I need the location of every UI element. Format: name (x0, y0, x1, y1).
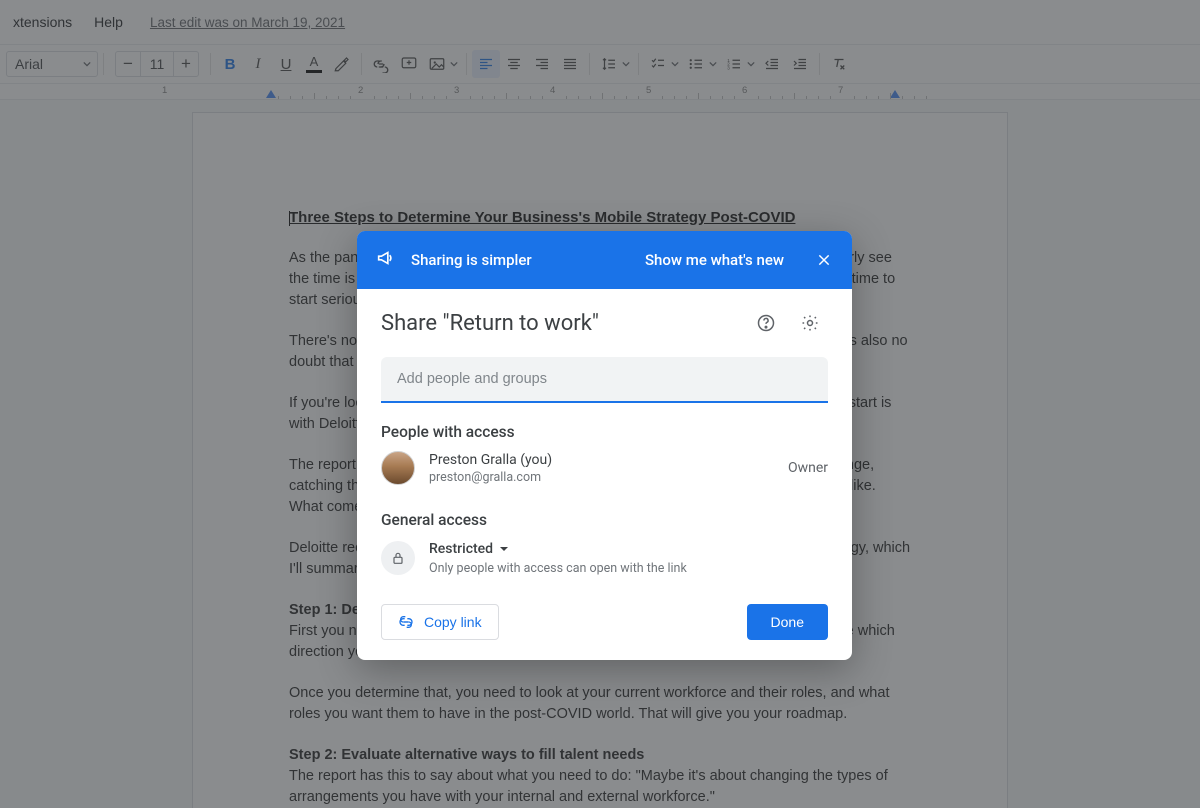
access-level-description: Only people with access can open with th… (429, 561, 828, 576)
font-family-value: Arial (15, 56, 43, 72)
banner-title: Sharing is simpler (411, 251, 532, 269)
clear-formatting-button[interactable] (825, 50, 853, 78)
last-edit-link[interactable]: Last edit was on March 19, 2021 (150, 15, 345, 30)
insert-image-button[interactable] (423, 50, 451, 78)
settings-button[interactable] (792, 305, 828, 341)
insert-link-button[interactable] (367, 50, 395, 78)
highlight-button[interactable] (328, 50, 356, 78)
font-size-increase[interactable]: + (174, 52, 198, 76)
bold-button[interactable]: B (216, 50, 244, 78)
person-role: Owner (788, 460, 828, 476)
numbered-list-button[interactable]: 123 (720, 50, 748, 78)
menu-extensions[interactable]: xtensions (4, 8, 81, 36)
font-size-decrease[interactable]: − (116, 52, 140, 76)
banner-whats-new-link[interactable]: Show me what's new (645, 251, 784, 269)
align-right-button[interactable] (528, 50, 556, 78)
toolbar: Arial − 11 + B I U A (0, 44, 1200, 84)
caret-down-icon[interactable] (449, 60, 459, 68)
increase-indent-button[interactable] (786, 50, 814, 78)
add-comment-button[interactable] (395, 50, 423, 78)
align-center-button[interactable] (500, 50, 528, 78)
caret-down-icon[interactable] (621, 60, 631, 68)
access-level-select[interactable]: Restricted (429, 541, 828, 557)
underline-button[interactable]: U (272, 50, 300, 78)
bulleted-list-button[interactable] (682, 50, 710, 78)
caret-down-icon (499, 544, 509, 554)
megaphone-icon (375, 247, 397, 273)
share-dialog-title: Share "Return to work" (381, 311, 740, 336)
svg-text:3: 3 (727, 65, 730, 70)
people-access-label: People with access (381, 423, 828, 441)
person-email: preston@gralla.com (429, 470, 552, 485)
decrease-indent-button[interactable] (758, 50, 786, 78)
link-icon (398, 614, 414, 630)
ruler: 1234567 (0, 84, 1200, 100)
menu-bar: xtensions Help Last edit was on March 19… (0, 0, 1200, 44)
caret-down-icon[interactable] (670, 60, 680, 68)
caret-down-icon[interactable] (708, 60, 718, 68)
general-access-label: General access (381, 511, 828, 529)
doc-title: Three Steps to Determine Your Business's… (289, 209, 911, 226)
doc-paragraph: Once you determine that, you need to loo… (289, 683, 911, 725)
lock-icon (381, 541, 415, 575)
font-size-value[interactable]: 11 (140, 52, 174, 76)
font-family-select[interactable]: Arial (6, 51, 98, 77)
text-color-swatch (306, 70, 322, 73)
line-spacing-button[interactable] (595, 50, 623, 78)
person-name: Preston Gralla (you) (429, 452, 552, 468)
share-dialog: Sharing is simpler Show me what's new Sh… (357, 231, 852, 660)
person-row: Preston Gralla (you) preston@gralla.com … (381, 451, 828, 485)
doc-paragraph: Step 2: Evaluate alternative ways to fil… (289, 745, 911, 808)
share-banner: Sharing is simpler Show me what's new (357, 231, 852, 289)
help-button[interactable] (748, 305, 784, 341)
text-color-button[interactable]: A (300, 50, 328, 78)
banner-close-button[interactable] (812, 248, 836, 272)
font-size-stepper: − 11 + (115, 51, 199, 77)
menu-help[interactable]: Help (85, 8, 132, 36)
done-button[interactable]: Done (747, 604, 828, 640)
caret-down-icon[interactable] (746, 60, 756, 68)
checklist-button[interactable] (644, 50, 672, 78)
copy-link-button[interactable]: Copy link (381, 604, 499, 640)
avatar (381, 451, 415, 485)
italic-button[interactable]: I (244, 50, 272, 78)
align-justify-button[interactable] (556, 50, 584, 78)
add-people-input[interactable] (381, 357, 828, 403)
align-left-button[interactable] (472, 50, 500, 78)
